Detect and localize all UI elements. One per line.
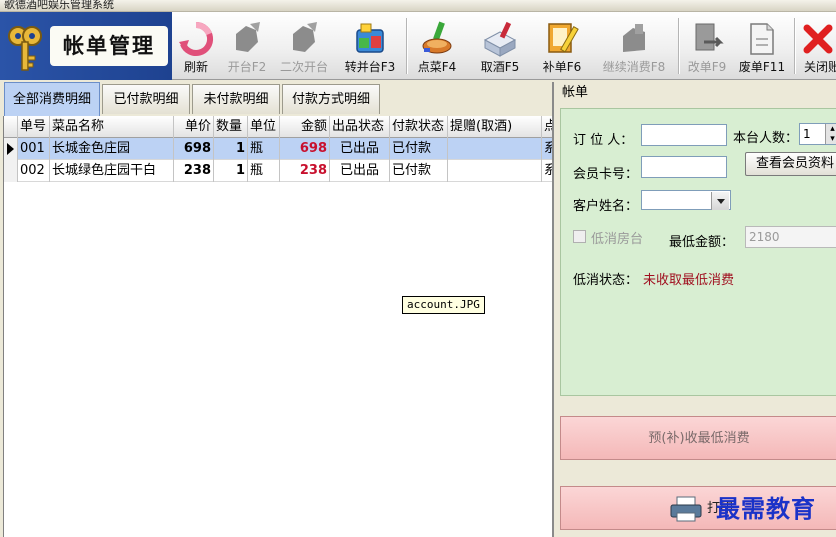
key-logo-icon <box>8 26 42 71</box>
cell-serve-status: 已出品 <box>330 138 390 160</box>
open-table-icon <box>236 22 260 52</box>
cell-amount: 698 <box>280 138 330 160</box>
transfer-table-button[interactable]: 转并台F3 <box>342 14 398 78</box>
watermark: 最需教育 <box>716 494 816 523</box>
refresh-icon <box>179 21 214 56</box>
min-status-value: 未收取最低消费 <box>643 273 735 288</box>
column-header[interactable]: 菜品名称 <box>50 116 174 138</box>
detail-tabs: 全部消费明细 已付款明细 未付款明细 付款方式明细 <box>0 82 552 116</box>
tab-all-consumption[interactable]: 全部消费明细 <box>4 82 100 116</box>
column-header[interactable]: 数量 <box>214 116 248 138</box>
row-header-corner <box>4 116 18 138</box>
cell-amount: 238 <box>280 160 330 182</box>
void-order-icon <box>750 23 774 55</box>
reopen-table-button[interactable]: 二次开台 <box>276 14 332 78</box>
people-count-value: 1 <box>803 127 811 141</box>
view-member-button[interactable]: 查看会员资料 <box>745 152 836 176</box>
close-bill-button[interactable]: 关闭账 <box>800 14 836 78</box>
open-table-button[interactable]: 开台F2 <box>224 14 270 78</box>
reopen-table-icon <box>293 22 317 52</box>
column-header[interactable]: 出品状态 <box>330 116 390 138</box>
cell-price: 238 <box>174 160 214 182</box>
table-header: 单号 菜品名称 单价 数量 单位 金额 出品状态 付款状态 提赠(取酒) 点 <box>4 116 553 138</box>
customer-name-combo[interactable] <box>641 190 731 210</box>
window-title: 歌德酒吧娱乐管理系统 <box>4 0 114 11</box>
transfer-table-icon <box>356 23 384 53</box>
close-icon <box>803 24 833 54</box>
tab-payment-method[interactable]: 付款方式明细 <box>282 84 380 114</box>
chevron-down-icon[interactable] <box>711 192 729 210</box>
column-header[interactable]: 单价 <box>174 116 214 138</box>
row-indicator <box>4 160 18 182</box>
supplement-order-icon <box>548 23 579 53</box>
supplement-order-button[interactable]: 补单F6 <box>540 14 584 78</box>
continue-consume-button[interactable]: 继续消费F8 <box>596 14 672 78</box>
min-amount-input[interactable]: 2180 <box>745 226 836 248</box>
column-header[interactable]: 金额 <box>280 116 330 138</box>
take-wine-button[interactable]: 取酒F5 <box>478 14 522 78</box>
cell-unit: 瓶 <box>248 160 280 182</box>
bill-panel: 帐单 订 位 人： 本台人数： 1 ▴ ▾ 会员卡号： 查看会员资料 客户姓名： … <box>552 82 836 537</box>
toolbar-separator <box>678 18 680 74</box>
column-header[interactable]: 提赠(取酒) <box>448 116 542 138</box>
toolbar-separator <box>794 18 796 74</box>
order-icon <box>422 21 452 54</box>
current-row-arrow-icon <box>7 143 14 155</box>
column-header[interactable]: 单号 <box>18 116 50 138</box>
printer-icon <box>670 496 702 522</box>
cell-pay-status: 已付款 <box>390 138 448 160</box>
cell-price: 698 <box>174 138 214 160</box>
edit-order-button[interactable]: 改单F9 <box>684 14 730 78</box>
booker-label: 订 位 人： <box>573 133 634 148</box>
image-tooltip: account.JPG <box>402 296 485 314</box>
app-logo: 帐单管理 <box>0 12 172 80</box>
column-header[interactable]: 付款状态 <box>390 116 448 138</box>
cell-gift <box>448 160 542 182</box>
tab-unpaid[interactable]: 未付款明细 <box>192 84 280 114</box>
bill-panel-title: 帐单 <box>562 85 589 100</box>
table-row[interactable]: 002 长城绿色庄园干白 238 1 瓶 238 已出品 已付款 系 <box>4 160 553 182</box>
bill-form: 订 位 人： 本台人数： 1 ▴ ▾ 会员卡号： 查看会员资料 客户姓名： 低消房… <box>560 108 836 396</box>
row-indicator <box>4 138 18 160</box>
prepay-min-consumption-button[interactable]: 预(补)收最低消费 <box>560 416 836 460</box>
table-row[interactable]: 001 长城金色庄园 698 1 瓶 698 已出品 已付款 系 <box>4 138 553 160</box>
take-wine-icon <box>483 21 517 57</box>
tab-paid[interactable]: 已付款明细 <box>102 84 190 114</box>
min-room-label: 低消房台 <box>591 232 644 247</box>
customer-name-label: 客户姓名： <box>573 199 639 214</box>
cell-id: 002 <box>18 160 50 182</box>
module-title: 帐单管理 <box>50 26 168 66</box>
cell-gift <box>448 138 542 160</box>
cell-name: 长城绿色庄园干白 <box>50 160 174 182</box>
booker-input[interactable] <box>641 124 727 146</box>
cell-qty: 1 <box>214 160 248 182</box>
member-card-label: 会员卡号： <box>573 167 639 182</box>
cell-serve-status: 已出品 <box>330 160 390 182</box>
min-status-label: 低消状态： <box>573 273 639 288</box>
order-button[interactable]: 点菜F4 <box>414 14 460 78</box>
cell-name: 长城金色庄园 <box>50 138 174 160</box>
edit-order-icon <box>695 23 724 51</box>
cell-pay-status: 已付款 <box>390 160 448 182</box>
min-room-checkbox[interactable] <box>573 230 586 243</box>
cell-unit: 瓶 <box>248 138 280 160</box>
cell-qty: 1 <box>214 138 248 160</box>
void-order-button[interactable]: 废单F11 <box>736 14 788 78</box>
cell-id: 001 <box>18 138 50 160</box>
toolbar-separator <box>406 18 408 74</box>
spinner-arrows-icon[interactable]: ▴ ▾ <box>825 124 836 144</box>
window-title-bar: 歌德酒吧娱乐管理系统 <box>0 0 836 12</box>
refresh-button[interactable]: 刷新 <box>176 14 216 78</box>
min-amount-label: 最低金额： <box>669 235 735 250</box>
toolbar: 帐单管理 刷新 开台F2 二次开台 转并台F3 点菜F4 取酒F5 补单F6 继… <box>0 12 836 80</box>
column-header[interactable]: 单位 <box>248 116 280 138</box>
continue-consume-icon <box>623 24 645 52</box>
people-count-label: 本台人数： <box>733 131 799 146</box>
member-card-input[interactable] <box>641 156 727 178</box>
consumption-table: 单号 菜品名称 单价 数量 单位 金额 出品状态 付款状态 提赠(取酒) 点 0… <box>3 116 553 537</box>
people-count-spinner[interactable]: 1 ▴ ▾ <box>799 123 836 145</box>
